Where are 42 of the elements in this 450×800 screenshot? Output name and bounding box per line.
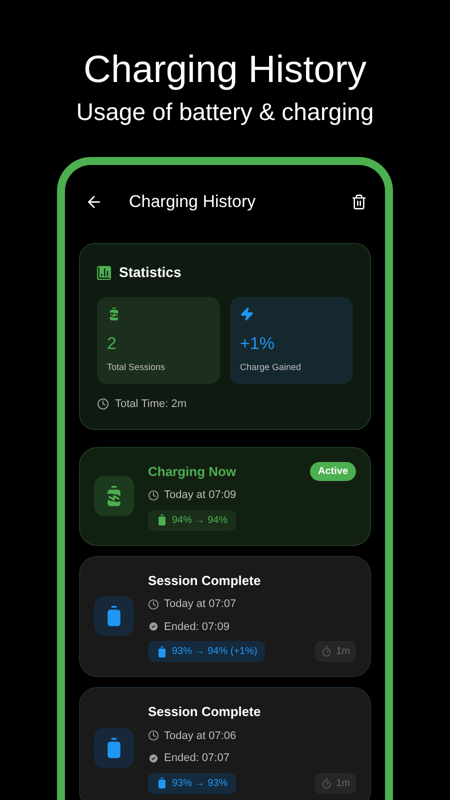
session-card[interactable]: Session Complete Today at 07:07 Ended: 07:09 93% → 94% (+1%) 1m <box>79 556 371 677</box>
end-time: Ended: 07:09 <box>164 620 230 634</box>
clock-icon <box>97 398 109 410</box>
session-card[interactable]: Session Complete Today at 07:06 Ended: 07:07 93% → 93% 1m <box>79 687 371 800</box>
clock-icon <box>148 730 159 742</box>
screen-title: Charging History <box>129 191 257 214</box>
status-badge: Active <box>310 462 356 481</box>
clock-icon <box>148 598 159 610</box>
charge-range: 94% → 94% <box>172 514 228 528</box>
check-icon <box>148 621 159 632</box>
duration-text: 1m <box>336 645 350 659</box>
clock-icon <box>148 490 159 501</box>
back-icon[interactable] <box>85 193 103 211</box>
stopwatch-icon <box>321 778 332 788</box>
session-card[interactable]: Charging Now Active Today at 07:09 94% → 94% <box>79 446 371 546</box>
lightning-icon <box>240 307 254 321</box>
end-time: Ended: 07:07 <box>164 751 230 766</box>
promo-subtitle: Usage of battery & charging <box>76 98 374 128</box>
delete-icon[interactable] <box>351 194 367 210</box>
promo-title: Charging History <box>84 48 366 92</box>
session-title: Charging Now <box>148 462 236 481</box>
session-title: Session Complete <box>148 703 261 721</box>
stat-value: 2 <box>107 333 118 355</box>
duration-text: 1m <box>336 776 350 790</box>
charge-range: 93% → 94% (+1%) <box>172 645 258 659</box>
session-title: Session Complete <box>148 572 261 590</box>
battery-icon <box>156 777 168 789</box>
stat-label: Charge Gained <box>240 360 302 374</box>
charge-range: 93% → 93% <box>172 776 228 790</box>
total-time: Total Time: 2m <box>115 397 187 412</box>
stat-value: +1% <box>240 333 276 355</box>
start-time: Today at 07:07 <box>164 597 236 612</box>
statistics-title: Statistics <box>119 263 182 282</box>
check-icon <box>148 752 159 764</box>
battery-charging-icon <box>107 307 121 321</box>
stopwatch-icon <box>321 646 332 657</box>
stat-label: Total Sessions <box>107 360 166 374</box>
battery-icon <box>156 646 168 658</box>
start-time: Today at 07:09 <box>164 488 236 503</box>
battery-icon <box>156 514 168 526</box>
chart-icon <box>97 266 111 280</box>
start-time: Today at 07:06 <box>164 728 236 744</box>
